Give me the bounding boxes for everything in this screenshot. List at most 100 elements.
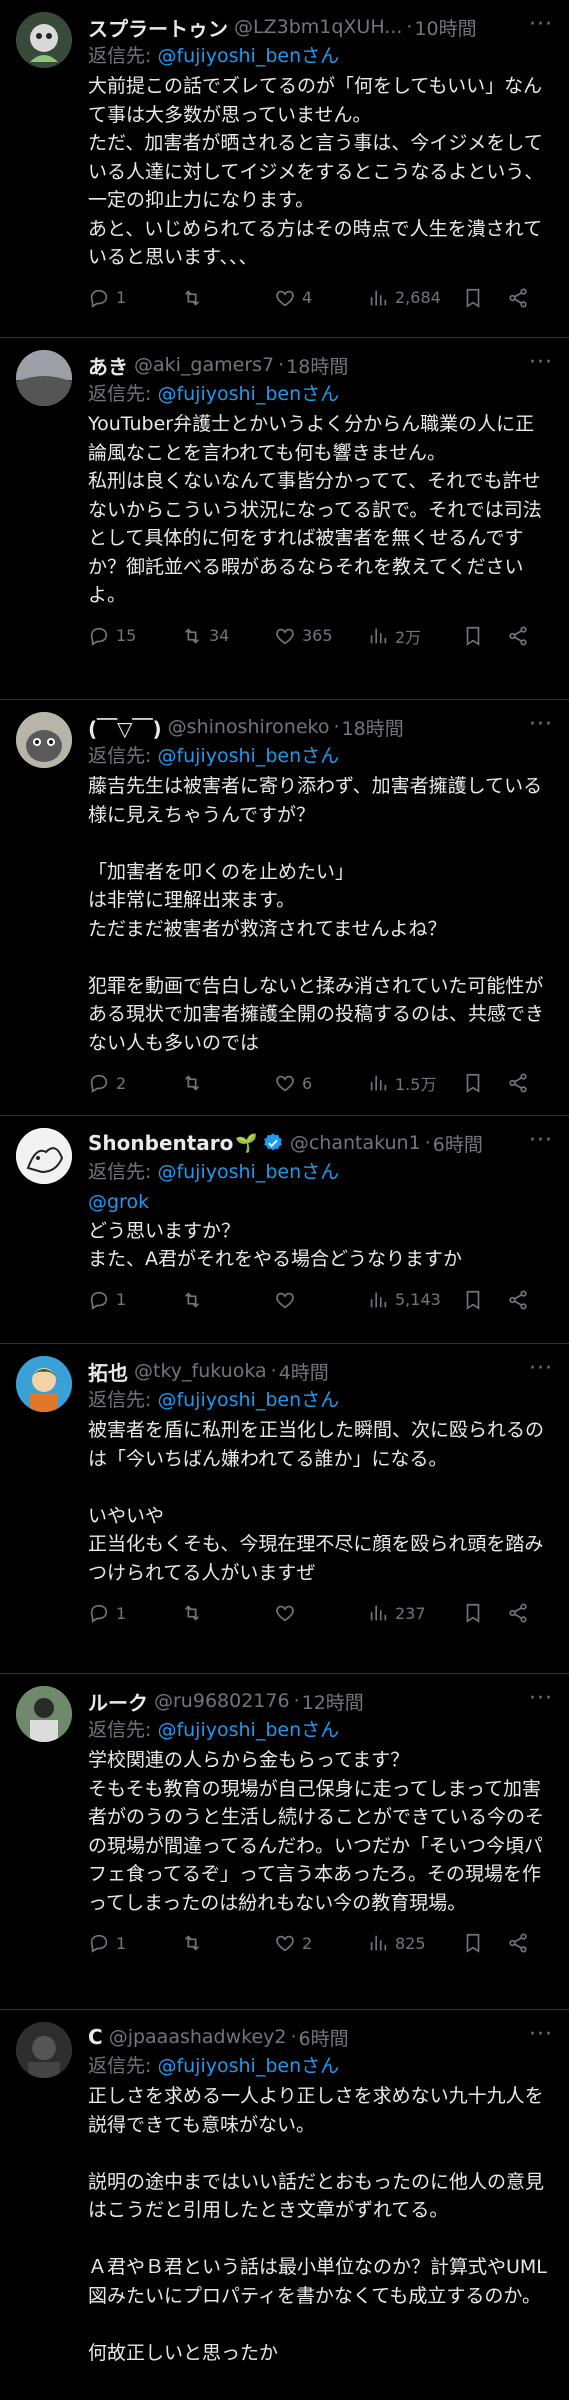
views-button[interactable]: 825 — [367, 1932, 462, 1954]
display-name[interactable]: 拓也 — [88, 1357, 128, 1386]
reply-suffix: さん — [301, 2055, 340, 2077]
bookmark-icon — [466, 1603, 480, 1623]
reply-button[interactable]: 1 — [88, 1289, 181, 1311]
reply-button[interactable]: 1 — [88, 287, 181, 309]
repost-button[interactable]: 34 — [181, 625, 274, 647]
separator: · — [270, 1360, 277, 1382]
reply-button[interactable]: 1 — [88, 1602, 181, 1624]
avatar[interactable] — [16, 12, 72, 68]
display-name[interactable]: スプラートゥン — [88, 13, 228, 42]
repost-button[interactable] — [181, 1932, 274, 1954]
reply-button[interactable]: 1 — [88, 1932, 181, 1954]
bookmark-button[interactable] — [462, 625, 507, 647]
reply-button[interactable]: 15 — [88, 625, 181, 647]
repost-button[interactable] — [181, 1602, 274, 1624]
heart-icon — [276, 1292, 294, 1308]
reply-to-mention[interactable]: @fujiyoshi_ben — [157, 745, 301, 767]
display-name[interactable]: あき — [88, 351, 128, 380]
like-button[interactable]: 6 — [274, 1072, 367, 1094]
bookmark-button[interactable] — [462, 1932, 507, 1954]
display-name[interactable]: (￣▽￣) — [88, 713, 162, 742]
more-options-icon[interactable]: ··· — [529, 2022, 553, 2047]
timestamp[interactable]: 4時間 — [279, 1358, 329, 1385]
repost-icon — [184, 1075, 200, 1091]
views-button[interactable]: 2,684 — [367, 287, 462, 309]
display-name[interactable]: Shonbentaro — [88, 1131, 233, 1155]
reply-tweet[interactable]: スプラートゥン @LZ3bm1qXUH... · 10時間 ··· 返信先: @… — [0, 0, 569, 338]
share-button[interactable] — [507, 287, 529, 309]
views-button[interactable]: 5,143 — [367, 1289, 462, 1311]
share-button[interactable] — [507, 1932, 529, 1954]
reply-to-mention[interactable]: @fujiyoshi_ben — [157, 383, 301, 405]
views-button[interactable]: 1.5万 — [367, 1071, 462, 1095]
views-icon — [370, 1292, 387, 1307]
bookmark-button[interactable] — [462, 287, 507, 309]
timestamp[interactable]: 6時間 — [299, 2024, 349, 2051]
user-handle[interactable]: @shinoshironeko — [168, 716, 330, 738]
avatar[interactable] — [16, 1128, 72, 1184]
grok-mention[interactable]: @grok — [88, 1191, 149, 1213]
reply-to-mention[interactable]: @fujiyoshi_ben — [157, 1389, 301, 1411]
avatar[interactable] — [16, 712, 72, 768]
timestamp[interactable]: 18時間 — [342, 714, 404, 741]
more-options-icon[interactable]: ··· — [529, 12, 553, 37]
reply-tweet[interactable]: Shonbentaro 🌱 @chantakun1 · 6時間 ··· 返信先:… — [0, 1116, 569, 1344]
more-options-icon[interactable]: ··· — [529, 1356, 553, 1381]
display-name[interactable]: C — [88, 2025, 103, 2049]
reply-button[interactable]: 2 — [88, 1072, 181, 1094]
reply-tweet[interactable]: 拓也 @tky_fukuoka · 4時間 ··· 返信先: @fujiyosh… — [0, 1344, 569, 1674]
reply-to-mention[interactable]: @fujiyoshi_ben — [157, 2055, 301, 2077]
like-button[interactable]: 4 — [274, 287, 367, 309]
share-icon — [509, 1289, 527, 1310]
reply-to-mention[interactable]: @fujiyoshi_ben — [157, 1719, 301, 1741]
tweet-text: 大前提この話でズレてるのが「何をしてもいい」なんて事は大多数が思っていません。 … — [88, 75, 544, 268]
like-button[interactable]: 2 — [274, 1932, 367, 1954]
reply-tweet[interactable]: あき @aki_gamers7 · 18時間 ··· 返信先: @fujiyos… — [0, 338, 569, 700]
user-handle[interactable]: @ru96802176 — [154, 1690, 290, 1712]
share-button[interactable] — [507, 1602, 529, 1624]
reply-tweet[interactable]: (￣▽￣) @shinoshironeko · 18時間 ··· 返信先: @f… — [0, 700, 569, 1116]
avatar[interactable] — [16, 1356, 72, 1412]
share-button[interactable] — [507, 625, 529, 647]
more-options-icon[interactable]: ··· — [529, 712, 553, 737]
reply-to-mention[interactable]: @fujiyoshi_ben — [157, 45, 301, 67]
views-button[interactable]: 237 — [367, 1602, 462, 1624]
more-options-icon[interactable]: ··· — [529, 1686, 553, 1711]
timestamp[interactable]: 10時間 — [414, 14, 476, 41]
user-handle[interactable]: @jpaaashadwkey2 — [109, 2026, 287, 2048]
like-button[interactable] — [274, 1602, 367, 1624]
share-button[interactable] — [507, 1289, 529, 1311]
more-options-icon[interactable]: ··· — [529, 350, 553, 375]
display-name[interactable]: ルーク — [88, 1687, 148, 1716]
reply-tweet[interactable]: ルーク @ru96802176 · 12時間 ··· 返信先: @fujiyos… — [0, 1674, 569, 2010]
user-handle[interactable]: @aki_gamers7 — [134, 354, 274, 376]
timestamp[interactable]: 18時間 — [286, 352, 348, 379]
avatar[interactable] — [16, 1686, 72, 1742]
avatar[interactable] — [16, 2022, 72, 2078]
reply-tweet[interactable]: C @jpaaashadwkey2 · 6時間 ··· 返信先: @fujiyo… — [0, 2010, 569, 2400]
bookmark-button[interactable] — [462, 1072, 507, 1094]
like-button[interactable]: 365 — [274, 625, 367, 647]
views-button[interactable]: 2万 — [367, 624, 462, 648]
timestamp[interactable]: 6時間 — [433, 1130, 483, 1157]
views-icon — [370, 1075, 387, 1091]
bookmark-button[interactable] — [462, 1289, 507, 1311]
repost-icon — [184, 289, 200, 306]
timestamp[interactable]: 12時間 — [302, 1688, 364, 1715]
separator: · — [290, 2026, 297, 2048]
share-button[interactable] — [507, 1072, 529, 1094]
avatar[interactable] — [16, 350, 72, 406]
user-handle[interactable]: @chantakun1 — [290, 1132, 421, 1154]
repost-button[interactable] — [181, 1289, 274, 1311]
repost-button[interactable] — [181, 287, 274, 309]
reply-to-mention[interactable]: @fujiyoshi_ben — [157, 1161, 301, 1183]
verified-badge-icon[interactable] — [262, 1132, 284, 1154]
user-handle[interactable]: @LZ3bm1qXUH... — [234, 16, 402, 38]
bookmark-button[interactable] — [462, 1602, 507, 1624]
like-button[interactable] — [274, 1289, 367, 1311]
more-options-icon[interactable]: ··· — [529, 1128, 553, 1153]
reply-icon — [90, 1934, 108, 1953]
repost-button[interactable] — [181, 1072, 274, 1094]
bookmark-icon — [466, 1073, 480, 1093]
user-handle[interactable]: @tky_fukuoka — [134, 1360, 267, 1382]
